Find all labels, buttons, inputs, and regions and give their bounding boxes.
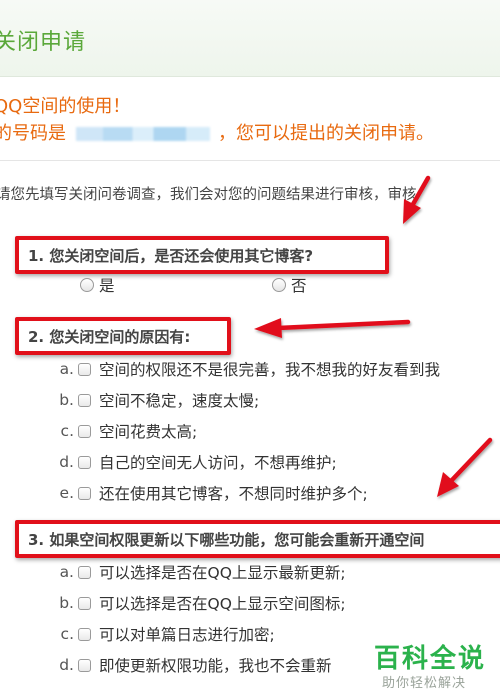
annotation-arrows [254,175,493,497]
arrow-to-question-2-head [254,318,282,338]
arrow-to-question-1 [409,175,431,209]
arrow-to-question-2 [275,319,411,331]
arrow-to-question-3 [449,437,493,483]
watermark-subtitle: 助你轻松解决 [382,676,467,691]
watermark-logo: 百科全说 [374,644,487,674]
